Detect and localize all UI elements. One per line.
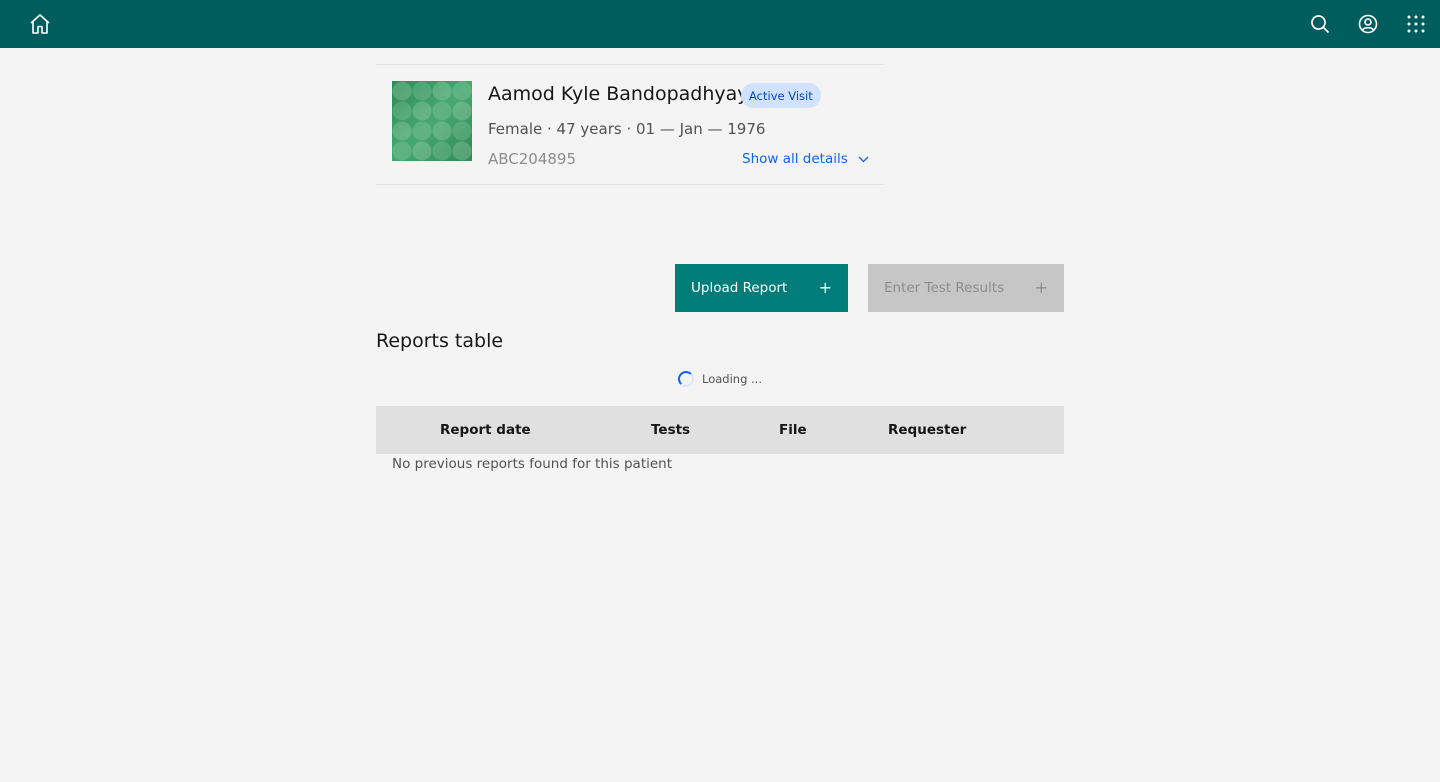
top-header-bar	[0, 0, 1440, 48]
show-all-details-label: Show all details	[742, 151, 848, 167]
chevron-down-icon	[858, 156, 869, 162]
loading-spinner-icon	[678, 371, 694, 387]
plus-icon: +	[1034, 278, 1048, 297]
home-icon[interactable]	[16, 0, 64, 48]
empty-table-message: No previous reports found for this patie…	[392, 456, 673, 472]
active-visit-tag: Active Visit	[741, 83, 821, 108]
patient-name: Aamod Kyle Bandopadhyay	[488, 83, 749, 105]
search-icon[interactable]	[1296, 0, 1344, 48]
user-avatar-icon[interactable]	[1344, 0, 1392, 48]
reports-table-title: Reports table	[376, 330, 504, 352]
upload-report-button[interactable]: Upload Report +	[675, 264, 848, 312]
enter-test-results-button: Enter Test Results +	[868, 264, 1064, 312]
patient-identifier: ABC204895	[488, 150, 577, 168]
loading-indicator: Loading ...	[678, 371, 762, 387]
show-all-details-button[interactable]: Show all details	[742, 151, 869, 167]
column-header-file[interactable]: File	[779, 406, 807, 454]
loading-text: Loading ...	[702, 372, 762, 386]
app-switcher-icon[interactable]	[1392, 0, 1440, 48]
column-header-requester[interactable]: Requester	[888, 406, 966, 454]
patient-banner: Aamod Kyle Bandopadhyay Active Visit Fem…	[376, 64, 884, 185]
reports-table-header: Report date Tests File Requester	[376, 406, 1064, 454]
patient-photo	[392, 81, 472, 161]
upload-report-label: Upload Report	[691, 280, 788, 296]
patient-demographics: Female · 47 years · 01 — Jan — 1976	[488, 120, 766, 138]
column-header-tests[interactable]: Tests	[651, 406, 690, 454]
column-header-report-date[interactable]: Report date	[440, 406, 531, 454]
plus-icon: +	[818, 278, 832, 297]
enter-test-results-label: Enter Test Results	[884, 280, 1005, 296]
